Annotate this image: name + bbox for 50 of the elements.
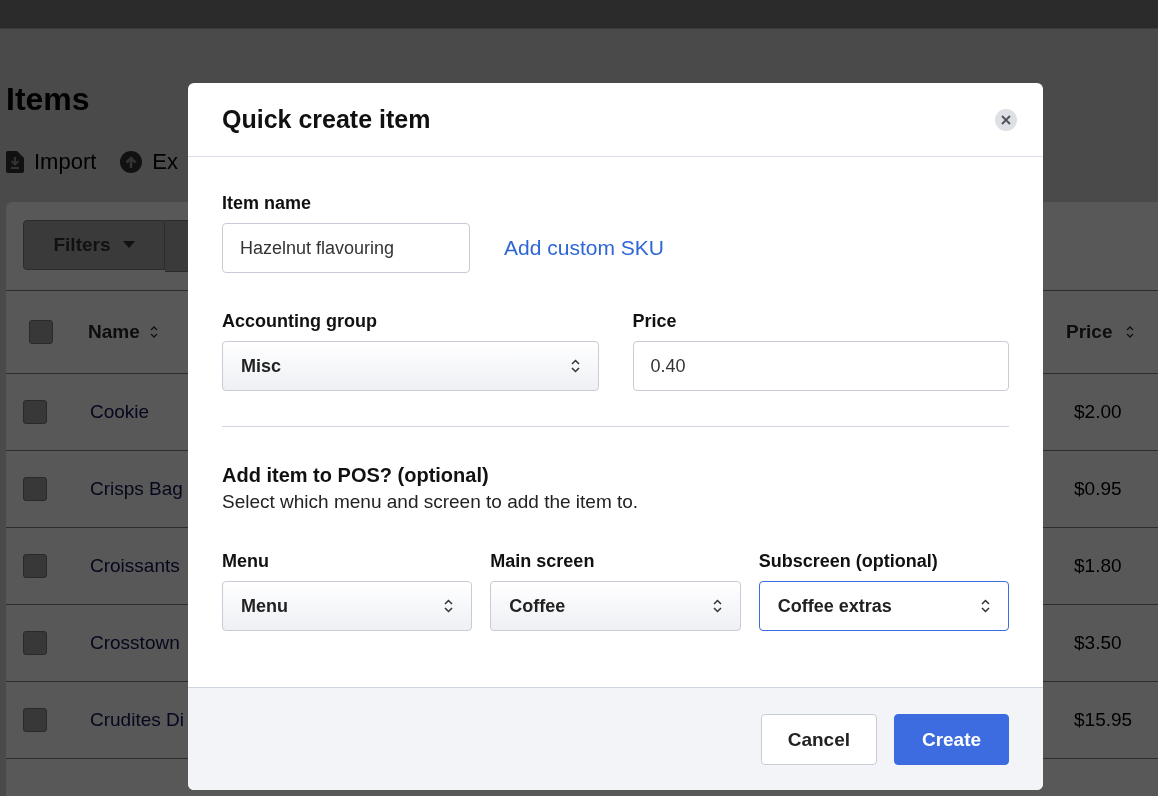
file-download-icon	[6, 151, 24, 173]
item-link[interactable]: Croissants	[90, 555, 180, 577]
chevron-updown-icon	[981, 598, 990, 614]
toolbar-button[interactable]: Ex	[120, 149, 179, 175]
dropdown-select[interactable]: Menu	[222, 581, 473, 631]
field-label: Item name	[222, 193, 313, 214]
item-link[interactable]: Crosstown	[90, 632, 180, 654]
checkbox[interactable]	[29, 320, 53, 344]
page-title: Items	[6, 81, 90, 119]
checkbox[interactable]	[23, 631, 47, 655]
toolbar-button[interactable]: Import	[6, 149, 97, 175]
item-link[interactable]: Crisps Bag	[90, 478, 183, 500]
caret-icon	[122, 241, 135, 249]
table-cell-text: $0.95	[1073, 478, 1122, 500]
item-link[interactable]: Crudites Di	[90, 709, 184, 731]
checkbox[interactable]	[23, 708, 47, 732]
section-description: Select which menu and screen to add the item to.	[222, 491, 640, 513]
accounting-group-select[interactable]: Misc	[222, 341, 599, 391]
column-header[interactable]: Name	[88, 321, 140, 343]
chevron-updown-icon	[570, 358, 580, 374]
dropdown-select[interactable]: Coffee extras	[758, 581, 1009, 631]
add-sku-link[interactable]: Add custom SKU	[504, 236, 664, 260]
close-button[interactable]	[995, 108, 1017, 131]
field-label: Subscreen (optional)	[758, 551, 939, 572]
sort-icon[interactable]	[149, 325, 158, 339]
table-cell-text: $1.80	[1073, 555, 1122, 577]
checkbox[interactable]	[23, 477, 47, 501]
price-field[interactable]: 0.40	[632, 341, 1009, 391]
upload-icon	[120, 151, 143, 173]
field-label: Menu	[222, 551, 270, 572]
section-heading: Add item to POS? (optional)	[222, 464, 490, 487]
create-button[interactable]: Create	[894, 714, 1009, 765]
close-icon	[1001, 114, 1011, 125]
chevron-updown-icon	[444, 598, 454, 614]
field-label: Accounting group	[222, 311, 378, 332]
chevron-updown-icon	[712, 598, 722, 614]
checkbox[interactable]	[23, 554, 47, 578]
checkbox[interactable]	[23, 400, 47, 424]
field-label: Price	[632, 311, 678, 332]
item-name-field[interactable]: Hazelnut flavouring	[222, 223, 470, 273]
cancel-button[interactable]: Cancel	[760, 714, 877, 765]
sort-icon[interactable]	[1126, 325, 1135, 339]
dropdown-select[interactable]: Coffee	[490, 581, 741, 631]
item-link[interactable]: Cookie	[90, 401, 150, 423]
dialog-title: Quick create item	[222, 105, 431, 134]
table-cell-text: $3.50	[1073, 632, 1122, 654]
table-cell-text: $15.95	[1073, 709, 1133, 731]
field-label: Main screen	[490, 551, 596, 572]
table-cell-text: $2.00	[1073, 401, 1122, 423]
column-header[interactable]: Price	[1066, 321, 1113, 343]
